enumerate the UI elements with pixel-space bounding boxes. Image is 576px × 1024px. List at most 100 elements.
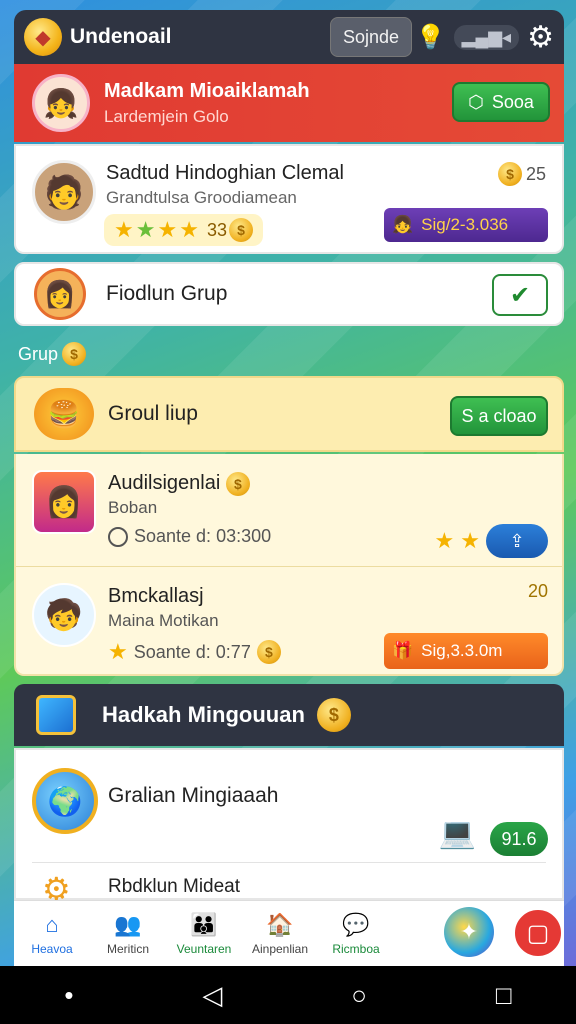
gear-icon[interactable]: ⚙ bbox=[527, 20, 554, 55]
group-icon: 🍔 bbox=[34, 388, 94, 440]
item-subtitle: Maina Motikan bbox=[108, 611, 219, 630]
chat-icon: 💬 bbox=[342, 911, 370, 937]
coin-icon: $ bbox=[62, 342, 87, 366]
star-icon: ★ bbox=[135, 217, 156, 242]
nav-item-people[interactable]: 👥 Meriticn bbox=[90, 901, 166, 966]
coin-icon: $ bbox=[228, 218, 253, 242]
recents-icon[interactable]: □ bbox=[496, 980, 512, 1011]
list-item[interactable]: 🧒 20 Bmckallasj Maina Motikan ★ Soante d… bbox=[16, 566, 562, 676]
promo-title: Madkam Mioaiklamah bbox=[104, 79, 310, 102]
item-thumbnail: 👩 bbox=[32, 470, 96, 534]
friend-group-card[interactable]: 👩 Fiodlun Grup ✔ bbox=[14, 262, 564, 326]
item-meta-text: Soante d: 0:77 bbox=[133, 641, 251, 662]
system-nav-bar: • ◁ ○ □ bbox=[0, 966, 576, 1024]
profile-card[interactable]: 🧑 Sadtud Hindoghian Clemal Grandtulsa Gr… bbox=[14, 144, 564, 254]
profile-name: Sadtud Hindoghian Clemal bbox=[106, 162, 344, 184]
nav-item-home[interactable]: ⌂ Heavoa bbox=[14, 901, 90, 966]
lightbulb-icon[interactable]: 💡 bbox=[416, 23, 446, 52]
top-icons: 💡 ▂▄▆◂ ⚙ bbox=[416, 20, 554, 55]
group-list: 👩 Audilsigenlai $ Boban Soante d: 03:300… bbox=[14, 454, 564, 676]
nav-item-group[interactable]: 👪 Veuntaren bbox=[166, 901, 242, 966]
item-badge[interactable]: 🎁 Sig,3.3.0m bbox=[384, 633, 548, 669]
friend-group-title: Fiodlun Grup bbox=[106, 282, 228, 305]
nav-item-chat[interactable]: 💬 Ricmboa bbox=[318, 901, 394, 966]
group-title: Groul liup bbox=[108, 402, 198, 425]
star-icon: ★ bbox=[460, 528, 480, 553]
promo-button-label: Sooa bbox=[491, 91, 534, 112]
box-icon: ⬡ bbox=[468, 91, 484, 112]
nav-label: Veuntaren bbox=[176, 941, 232, 956]
item-subtitle: Boban bbox=[108, 498, 158, 517]
check-button[interactable]: ✔ bbox=[492, 274, 548, 316]
globe-icon: 🌍 bbox=[32, 768, 98, 834]
bottom-navigation: ⌂ Heavoa 👥 Meriticn 👪 Veuntaren 🏠 Ainpen… bbox=[14, 900, 564, 966]
coin-icon: $ bbox=[497, 162, 522, 186]
star-icon: ★ bbox=[179, 217, 199, 242]
rating-value: 33 bbox=[206, 219, 227, 240]
profile-avatar: 🧑 bbox=[32, 160, 96, 224]
header-action-button[interactable]: Sojnde bbox=[330, 17, 412, 57]
group-avatar: 👩 bbox=[34, 268, 86, 320]
item-badge-label: Sig,3.3.0m bbox=[421, 641, 503, 660]
people-icon: 👥 bbox=[114, 911, 142, 937]
dot-icon: • bbox=[64, 979, 74, 1010]
profile-rating: ★ ★ ★ ★ 33 $ bbox=[104, 214, 263, 246]
nav-label: Ricmboa bbox=[332, 941, 380, 956]
character-icon: 👧 bbox=[392, 215, 414, 234]
item-meta: Soante d: 03:300 bbox=[108, 526, 271, 547]
section-header: Hadkah Mingouuan $ bbox=[14, 684, 564, 746]
promo-button[interactable]: ⬡ Sooa bbox=[452, 82, 550, 122]
star-icon: ★ bbox=[434, 528, 455, 553]
profile-badge-label: Sig/2-3.036 bbox=[421, 215, 509, 234]
app-topbar: ◆ Undenoail Sojnde 💡 ▂▄▆◂ ⚙ bbox=[14, 10, 564, 64]
group-button[interactable]: S a cloao bbox=[450, 396, 548, 436]
group-header: 🍔 Groul liup S a cloao bbox=[14, 376, 564, 452]
profile-count: $ 25 bbox=[497, 162, 546, 186]
bottom-title-secondary: Rbdklun Mideat bbox=[108, 876, 241, 897]
item-number: 20 bbox=[527, 581, 548, 601]
nav-label: Ainpenlian bbox=[251, 941, 309, 956]
nav-label: Meriticn bbox=[106, 941, 149, 956]
profile-subtitle: Grandtulsa Groodiamean bbox=[106, 188, 297, 207]
section-label-text: Grup bbox=[18, 343, 59, 364]
home-circle-icon[interactable]: ○ bbox=[351, 980, 367, 1011]
value-badge[interactable]: 91.6 bbox=[490, 822, 548, 856]
app-logo-icon: ◆ bbox=[24, 18, 62, 56]
item-thumbnail: 🧒 bbox=[32, 583, 96, 647]
promo-subtitle: Lardemjein Golo bbox=[104, 106, 229, 126]
coin-icon: $ bbox=[225, 472, 250, 496]
coin-icon: $ bbox=[256, 640, 281, 664]
signal-icon: ▂▄▆◂ bbox=[453, 25, 520, 50]
section-label: Grup $ bbox=[18, 342, 87, 366]
laptop-icon: 💻 bbox=[438, 817, 476, 850]
bottom-card[interactable]: 🌍 Gralian Mingiaaah 💻 91.6 ⚙ Rbdklun Mid… bbox=[14, 748, 564, 907]
cube-icon bbox=[36, 695, 76, 735]
app-title: Undenoail bbox=[70, 25, 172, 48]
star-icon: ★ bbox=[157, 217, 178, 242]
share-button[interactable]: ⇪ bbox=[486, 524, 548, 558]
clock-icon bbox=[108, 526, 128, 547]
home-icon: ⌂ bbox=[45, 911, 59, 937]
promo-card: 👧 Madkam Mioaiklamah Lardemjein Golo ⬡ S… bbox=[14, 64, 564, 142]
shop-icon: 🏠 bbox=[266, 911, 294, 937]
list-item[interactable]: 👩 Audilsigenlai $ Boban Soante d: 03:300… bbox=[16, 454, 562, 564]
group-icon: 👪 bbox=[190, 911, 218, 937]
item-title: Bmckallasj bbox=[108, 585, 204, 607]
section-title: Hadkah Mingouuan bbox=[102, 702, 305, 727]
item-meta-text: Soante d: 03:300 bbox=[134, 526, 272, 546]
nav-label: Heavoa bbox=[31, 941, 73, 956]
back-icon[interactable]: ◁ bbox=[202, 980, 222, 1011]
item-title: Audilsigenlai $ bbox=[108, 472, 250, 496]
world-button[interactable]: ✦ bbox=[444, 907, 494, 957]
message-fab[interactable]: ▢ bbox=[512, 907, 564, 959]
item-meta: ★ Soante d: 0:77 $ bbox=[108, 639, 281, 665]
profile-count-value: 25 bbox=[525, 163, 546, 184]
star-icon: ★ bbox=[114, 217, 134, 242]
bottom-title: Gralian Mingiaaah bbox=[108, 784, 279, 807]
chest-icon: 🎁 bbox=[392, 641, 414, 660]
profile-badge[interactable]: 👧 Sig/2-3.036 bbox=[384, 208, 548, 242]
nav-item-shop[interactable]: 🏠 Ainpenlian bbox=[242, 901, 318, 966]
divider bbox=[32, 862, 546, 863]
star-icon: ★ bbox=[108, 639, 128, 664]
promo-avatar: 👧 bbox=[32, 74, 90, 132]
